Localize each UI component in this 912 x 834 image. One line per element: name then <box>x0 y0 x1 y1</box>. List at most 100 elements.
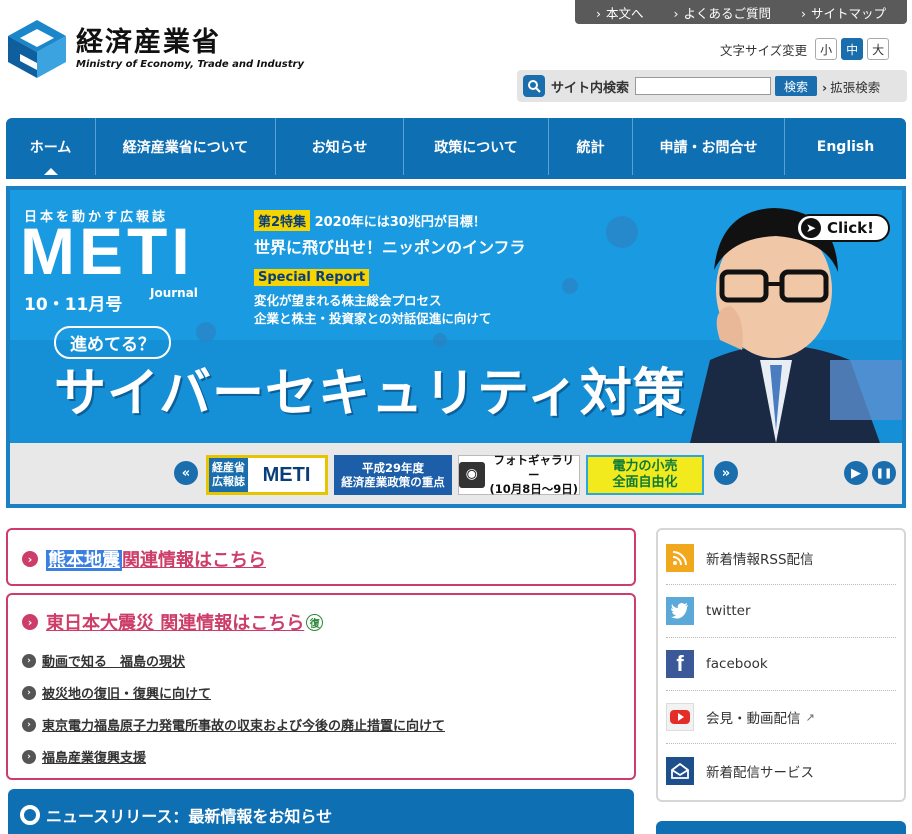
rss-icon <box>666 544 694 572</box>
nav-contact[interactable]: 申請・お問合せ <box>633 118 785 175</box>
nav-about[interactable]: 経済産業省について <box>96 118 276 175</box>
banner-click-label: Click! <box>827 219 874 237</box>
nav-english[interactable]: English <box>785 118 906 175</box>
nav-news[interactable]: お知らせ <box>276 118 404 175</box>
thumb-power-1: 電力の小売 <box>612 458 678 474</box>
sidebar-item-facebook[interactable]: f facebook <box>666 638 896 691</box>
nav-policy[interactable]: 政策について <box>404 118 549 175</box>
carousel-play-button[interactable]: ▶ <box>844 461 868 485</box>
carousel-pause-button[interactable]: ❚❚ <box>872 461 896 485</box>
banner-brand: METI <box>20 214 194 288</box>
font-size-medium-button[interactable]: 中 <box>841 38 864 60</box>
fukushima-video-label: 動画で知る 福島の現状 <box>42 655 186 670</box>
youtube-icon <box>666 703 694 731</box>
sidebar-item-label: facebook <box>706 656 768 672</box>
arrow-right-icon: › <box>22 614 38 630</box>
advanced-search-link[interactable]: 拡張検索 <box>822 77 880 96</box>
news-release-title[interactable]: ニュースリリース：最新情報をお知らせ <box>20 803 332 827</box>
thumb-photo-2: (10月8日～9日) <box>489 482 579 497</box>
feature2-line2: 世界に飛び出せ！ニッポンのインフラ <box>254 238 526 257</box>
twitter-icon <box>666 597 694 625</box>
fukushima-industry-label: 福島産業復興支援 <box>42 751 147 766</box>
banner-bubble: 進めてる？ <box>54 326 171 359</box>
recovery-label: 被災地の復旧・復興に向けて <box>42 687 212 702</box>
logo-subtitle: Ministry of Economy, Trade and Industry <box>76 59 304 71</box>
search-input[interactable] <box>635 77 772 95</box>
nav-underline <box>6 175 906 179</box>
sidebar-item-label: 新着情報RSS配信 <box>706 552 814 568</box>
font-size-label: 文字サイズ変更 <box>720 42 808 58</box>
kumamoto-rest: 関連情報はこちら <box>122 550 266 571</box>
external-link-icon: ↗ <box>805 710 815 724</box>
tohoku-link[interactable]: › 東日本大震災 関連情報はこちら 復 <box>22 609 324 635</box>
nav-home[interactable]: ホーム <box>6 118 96 175</box>
facebook-icon: f <box>666 650 694 678</box>
font-size-switcher: 文字サイズ変更 小 中 大 <box>720 38 890 60</box>
nav-statistics[interactable]: 統計 <box>549 118 633 175</box>
banner-carousel: 日本を動かす広報誌 METI 10・11月号 Journal 第2特集 2020… <box>6 186 906 508</box>
thumb-policy[interactable]: 平成29年度 経済産業政策の重点 <box>334 455 452 495</box>
tohoku-link-label: 東日本大震災 関連情報はこちら <box>46 613 305 634</box>
site-logo[interactable]: 経済産業省 Ministry of Economy, Trade and Ind… <box>6 18 304 80</box>
carousel-next-button[interactable]: » <box>714 461 738 485</box>
thumb-meti-journal[interactable]: 経産省 広報誌 METI <box>206 455 328 495</box>
special-report-line2: 企業と株主・投資家との対話促進に向けて <box>254 311 492 326</box>
special-report-tag: Special Report <box>254 269 370 286</box>
kumamoto-link[interactable]: › 熊本地震 関連情報はこちら <box>22 546 266 572</box>
thumb-power-retail[interactable]: 電力の小売 全面自由化 <box>586 455 704 495</box>
sidebar-section-header <box>656 821 906 834</box>
site-search: サイト内検索 検索 拡張検索 <box>517 70 907 102</box>
thumb-policy-1: 平成29年度 <box>361 460 424 475</box>
kumamoto-box: › 熊本地震 関連情報はこちら <box>6 528 636 586</box>
feature2-tag: 第2特集 <box>254 210 311 231</box>
sidebar-item-rss[interactable]: 新着情報RSS配信 <box>666 532 896 585</box>
tohoku-box: › 東日本大震災 関連情報はこちら 復 › 動画で知る 福島の現状 › 被災地の… <box>6 593 636 780</box>
recovery-link[interactable]: › 被災地の復旧・復興に向けて <box>22 683 211 702</box>
news-release-section: ニュースリリース：最新情報をお知らせ <box>8 789 634 834</box>
arrow-right-icon: › <box>22 653 36 668</box>
logo-title: 経済産業省 <box>76 26 221 58</box>
decommissioning-link[interactable]: › 東京電力福島原子力発電所事故の収束および今後の廃止措置に向けて <box>22 715 445 734</box>
fukushima-video-link[interactable]: › 動画で知る 福島の現状 <box>22 651 185 670</box>
banner-issue: 10・11月号 <box>24 295 123 315</box>
banner-click-button[interactable]: ➤ Click! <box>796 214 890 242</box>
banner-thumbnails: « 経産省 広報誌 METI 平成29年度 経済産業政策の重点 ◉ フォトギャラリー… <box>10 443 902 504</box>
sitemap-link[interactable]: サイトマップ <box>801 3 886 22</box>
font-size-small-button[interactable]: 小 <box>815 38 838 60</box>
thumb-meti-right: METI <box>262 463 311 486</box>
sidebar-item-video[interactable]: 会見・動画配信 ↗ <box>666 691 896 744</box>
sidebar-item-mail[interactable]: 新着配信サービス <box>666 744 896 797</box>
sidebar-item-label: twitter <box>706 603 751 619</box>
feature2-line1: 2020年には30兆円が目標！ <box>314 215 486 230</box>
banner-journal: Journal <box>150 286 198 300</box>
circle-icon <box>20 805 40 825</box>
utility-bar: 本文へ よくあるご質問 サイトマップ <box>575 0 907 24</box>
special-report-tag-wrap: Special Report <box>254 266 370 286</box>
skip-to-content-link[interactable]: 本文へ <box>596 3 644 22</box>
search-button[interactable]: 検索 <box>775 76 818 96</box>
arrow-right-icon: › <box>22 685 36 700</box>
banner-slide[interactable]: 日本を動かす広報誌 METI 10・11月号 Journal 第2特集 2020… <box>10 190 902 443</box>
thumb-meti-left: 経産省 広報誌 <box>209 458 248 492</box>
sidebar-item-twitter[interactable]: twitter <box>666 585 896 638</box>
banner-feature2: 第2特集 2020年には30兆円が目標！ <box>254 210 486 231</box>
fukushima-industry-link[interactable]: › 福島産業復興支援 <box>22 747 146 766</box>
carousel-prev-button[interactable]: « <box>174 461 198 485</box>
arrow-right-icon: › <box>22 551 38 567</box>
thumb-policy-2: 経済産業政策の重点 <box>341 475 445 489</box>
decommissioning-label: 東京電力福島原子力発電所事故の収束および今後の廃止措置に向けて <box>42 719 446 734</box>
news-release-label: ニュースリリース：最新情報をお知らせ <box>46 807 333 826</box>
font-size-large-button[interactable]: 大 <box>867 38 890 60</box>
banner-headline: サイバーセキュリティ対策 <box>54 364 686 424</box>
faq-link[interactable]: よくあるご質問 <box>673 3 771 22</box>
camera-icon: ◉ <box>459 462 485 488</box>
arrow-right-icon: › <box>22 749 36 764</box>
sidebar-links: 新着情報RSS配信 twitter f facebook 会見・動画配信 ↗ 新… <box>656 528 906 802</box>
thumb-photo-gallery[interactable]: ◉ フォトギャラリー (10月8日～9日) <box>458 453 580 497</box>
meti-logo-icon <box>8 20 66 78</box>
sidebar-item-label: 新着配信サービス <box>706 764 814 781</box>
sidebar-item-label: 会見・動画配信 <box>706 711 801 727</box>
arrow-right-icon: › <box>22 717 36 732</box>
search-label: サイト内検索 <box>551 80 630 96</box>
thumb-meti-left-2: 広報誌 <box>212 475 245 488</box>
